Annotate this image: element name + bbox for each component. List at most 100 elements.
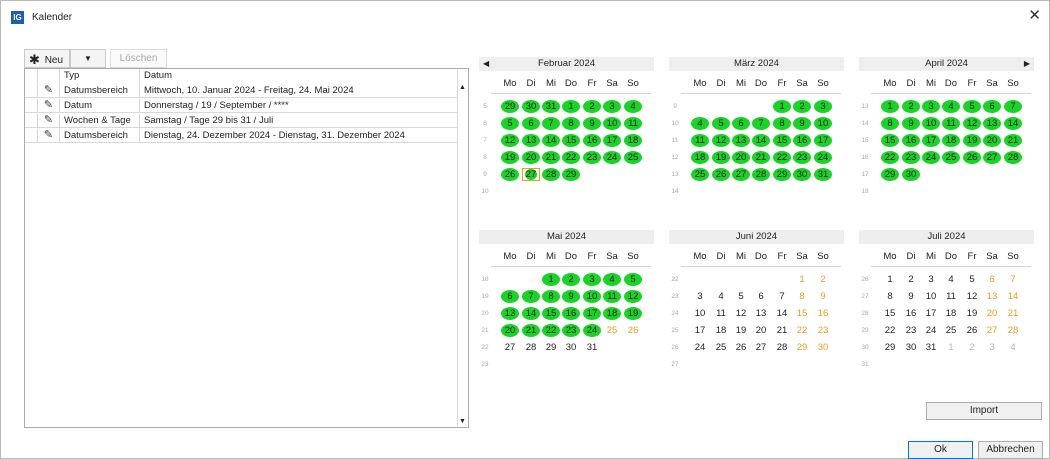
calendar-day[interactable]: 27 [522,168,540,181]
scroll-up-icon[interactable]: ▲ [459,84,466,91]
calendar-day[interactable]: 28 [542,168,560,181]
calendar-day[interactable]: 26 [732,341,750,354]
edit-pencil-icon[interactable]: ✎ [38,129,60,143]
calendar-day[interactable]: 4 [712,290,730,303]
vertical-scrollbar[interactable]: ▲ ▼ [457,69,468,427]
calendar-day[interactable]: 4 [942,273,960,286]
calendar-day[interactable]: 10 [922,290,940,303]
calendar-day[interactable]: 22 [562,151,580,164]
calendar-day[interactable]: 19 [624,307,642,320]
calendar-day[interactable]: 27 [983,324,1001,337]
calendar-day[interactable]: 29 [881,168,899,181]
calendar-day[interactable]: 6 [983,100,1001,113]
calendar-day[interactable]: 7 [773,290,791,303]
calendar-day[interactable]: 5 [712,117,730,130]
calendar-day[interactable]: 3 [814,100,832,113]
calendar-day[interactable]: 4 [691,117,709,130]
calendar-day[interactable]: 13 [732,134,750,147]
calendar-day[interactable]: 6 [732,117,750,130]
calendar-day[interactable]: 2 [902,100,920,113]
calendar-day[interactable]: 22 [773,151,791,164]
calendar-day[interactable]: 1 [793,273,811,286]
calendar-day[interactable]: 14 [522,307,540,320]
calendar-day[interactable]: 6 [522,117,540,130]
calendar-day[interactable]: 3 [922,273,940,286]
calendar-day[interactable]: 9 [583,117,601,130]
calendar-day[interactable]: 11 [942,290,960,303]
calendar-day[interactable]: 5 [624,273,642,286]
calendar-day[interactable]: 21 [1004,307,1022,320]
calendar-day[interactable]: 11 [691,134,709,147]
calendar-day[interactable]: 28 [522,341,540,354]
calendar-day[interactable]: 19 [963,134,981,147]
calendar-day[interactable]: 18 [691,151,709,164]
calendar-day[interactable]: 8 [562,117,580,130]
calendar-day[interactable]: 11 [624,117,642,130]
calendar-day[interactable]: 18 [603,307,621,320]
new-button[interactable]: ✱ Neu [24,49,70,68]
calendar-day[interactable]: 29 [881,341,899,354]
calendar-day[interactable]: 7 [542,117,560,130]
calendar-day[interactable]: 11 [603,290,621,303]
calendar-day[interactable]: 13 [983,290,1001,303]
calendar-day[interactable]: 11 [712,307,730,320]
calendar-day[interactable]: 18 [942,307,960,320]
calendar-day[interactable]: 23 [814,324,832,337]
calendar-day[interactable]: 5 [963,273,981,286]
calendar-day[interactable]: 2 [562,273,580,286]
calendar-day[interactable]: 14 [1004,290,1022,303]
calendar-day[interactable]: 14 [1004,117,1022,130]
calendar-day[interactable]: 18 [624,134,642,147]
calendar-day[interactable]: 25 [942,324,960,337]
calendar-day[interactable]: 7 [1004,100,1022,113]
calendar-day[interactable]: 16 [793,134,811,147]
calendar-day[interactable]: 15 [542,307,560,320]
calendar-day[interactable]: 13 [501,307,519,320]
calendar-day[interactable]: 10 [922,117,940,130]
calendar-day[interactable]: 9 [562,290,580,303]
calendar-day[interactable]: 14 [752,134,770,147]
calendar-day[interactable]: 29 [793,341,811,354]
calendar-day[interactable]: 20 [732,151,750,164]
calendar-day[interactable]: 22 [881,151,899,164]
calendar-day[interactable]: 2 [963,341,981,354]
calendar-day[interactable]: 9 [814,290,832,303]
table-row[interactable]: ✎ Wochen & Tage Samstag / Tage 29 bis 31… [25,114,458,128]
calendar-day[interactable]: 12 [712,134,730,147]
calendar-day[interactable]: 25 [603,324,621,337]
edit-pencil-icon[interactable]: ✎ [38,84,60,98]
row-selector[interactable] [25,129,38,143]
calendar-day[interactable]: 20 [522,151,540,164]
calendar-day[interactable]: 31 [583,341,601,354]
calendar-day[interactable]: 10 [691,307,709,320]
calendar-day[interactable]: 1 [881,273,899,286]
calendar-day[interactable]: 13 [983,117,1001,130]
calendar-day[interactable]: 22 [881,324,899,337]
calendar-day[interactable]: 24 [814,151,832,164]
calendar-day[interactable]: 15 [881,134,899,147]
calendar-day[interactable]: 5 [501,117,519,130]
calendar-day[interactable]: 21 [522,324,540,337]
calendar-day[interactable]: 6 [501,290,519,303]
calendar-day[interactable]: 2 [793,100,811,113]
calendar-day[interactable]: 4 [603,273,621,286]
calendar-day[interactable]: 21 [1004,134,1022,147]
close-icon[interactable]: ✕ [1028,6,1041,24]
calendar-day[interactable]: 27 [732,168,750,181]
calendar-day[interactable]: 30 [522,100,540,113]
calendar-day[interactable]: 15 [562,134,580,147]
chevron-left-icon[interactable]: ◀ [483,57,489,71]
calendar-day[interactable]: 14 [542,134,560,147]
calendar-day[interactable]: 24 [583,324,601,337]
calendar-day[interactable]: 17 [583,307,601,320]
calendar-day[interactable]: 29 [542,341,560,354]
delete-button[interactable]: Löschen [110,49,167,68]
table-row[interactable]: ✎ Datum Donnerstag / 19 / September / **… [25,99,458,113]
calendar-day[interactable]: 1 [773,100,791,113]
calendar-day[interactable]: 13 [752,307,770,320]
calendar-day[interactable]: 22 [793,324,811,337]
calendar-day[interactable]: 19 [501,151,519,164]
edit-pencil-icon[interactable]: ✎ [38,114,60,128]
calendar-day[interactable]: 10 [814,117,832,130]
new-dropdown-button[interactable]: ▼ [70,49,106,68]
